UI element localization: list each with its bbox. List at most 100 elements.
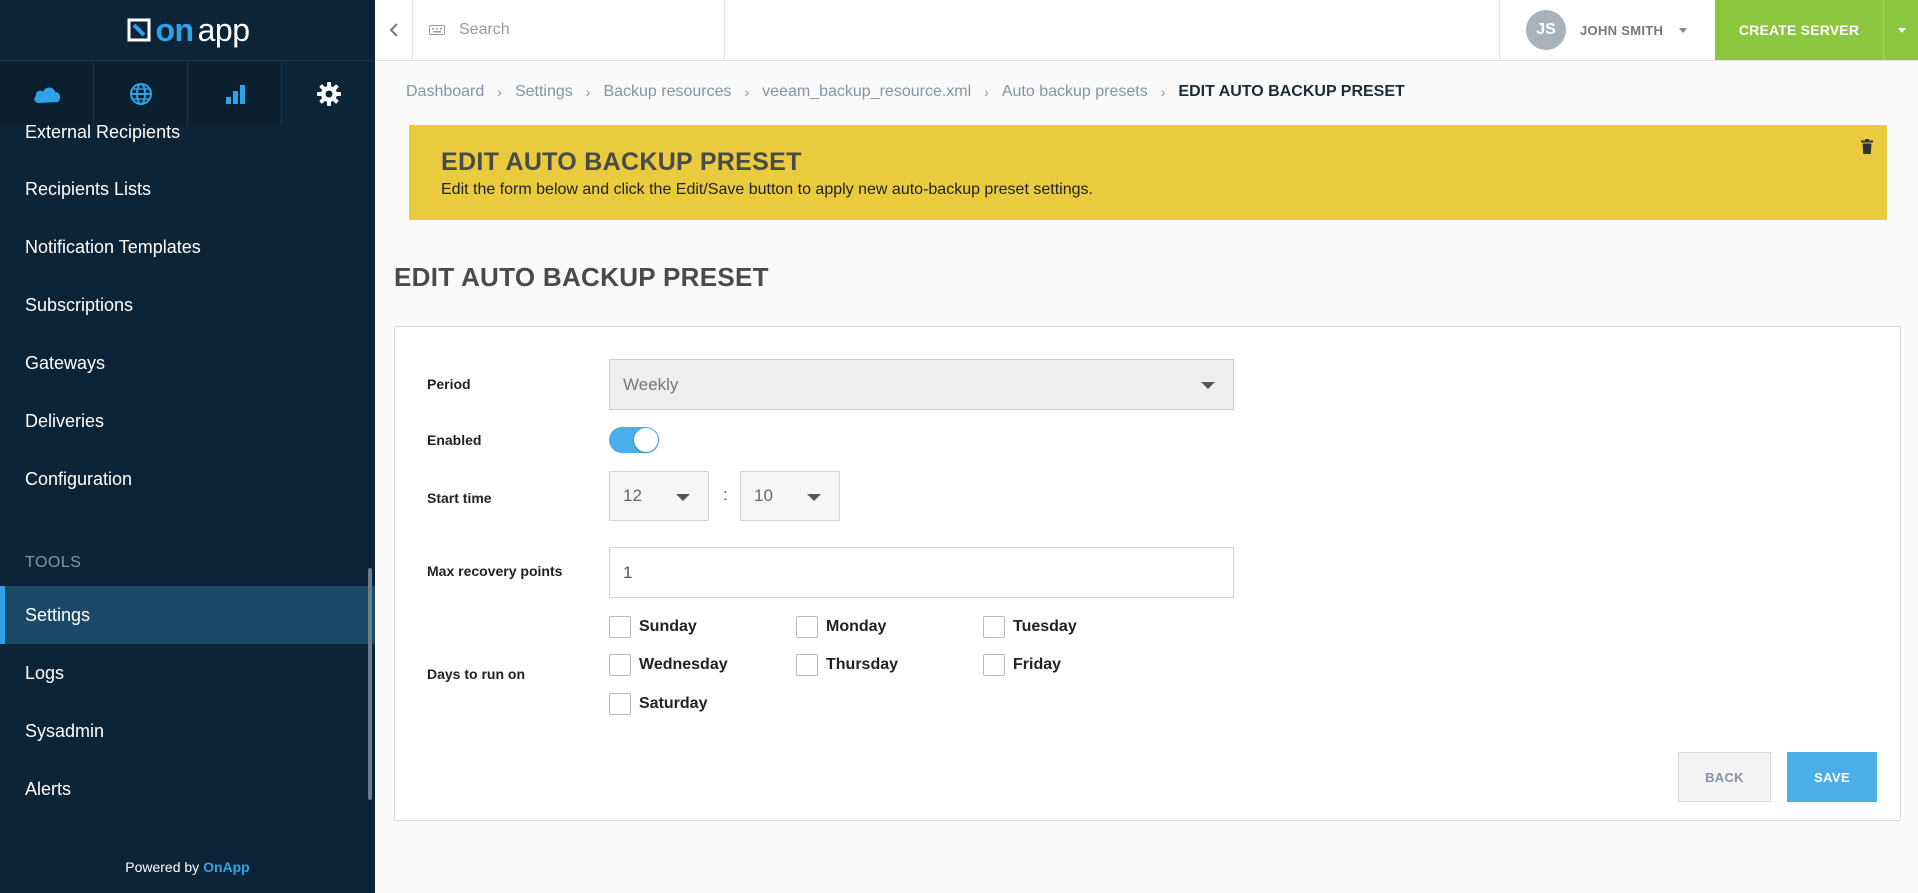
checkbox-thursday[interactable] xyxy=(796,654,818,676)
day-friday[interactable]: Friday xyxy=(983,654,1061,676)
start-hour-select[interactable]: 12 xyxy=(609,471,709,521)
create-server-dropdown-button[interactable] xyxy=(1883,0,1918,60)
start-hour-value: 12 xyxy=(623,486,642,505)
sidebar-item-configuration[interactable]: Configuration xyxy=(0,450,375,508)
chevron-down-icon xyxy=(1898,27,1906,33)
chevron-down-icon xyxy=(807,494,821,501)
keyboard-icon xyxy=(429,25,445,35)
day-label-thursday: Thursday xyxy=(826,656,899,673)
breadcrumb-current: EDIT AUTO BACKUP PRESET xyxy=(1178,83,1405,100)
powered-by-link[interactable]: OnApp xyxy=(203,859,250,875)
toggle-knob xyxy=(634,428,658,452)
day-label-saturday: Saturday xyxy=(639,695,708,712)
day-label-wednesday: Wednesday xyxy=(639,656,728,673)
save-button[interactable]: SAVE xyxy=(1787,752,1877,802)
checkbox-sunday[interactable] xyxy=(609,616,631,638)
day-monday[interactable]: Monday xyxy=(796,616,886,638)
sidebar-item-external-recipients[interactable]: External Recipients xyxy=(0,122,375,160)
chevron-down-icon xyxy=(1201,382,1215,389)
breadcrumb-dashboard[interactable]: Dashboard xyxy=(406,83,484,101)
breadcrumb-settings[interactable]: Settings xyxy=(515,83,573,101)
checkbox-monday[interactable] xyxy=(796,616,818,638)
sidebar-scrollbar[interactable] xyxy=(368,568,372,800)
sidebar-item-settings[interactable]: Settings xyxy=(0,586,375,644)
day-wednesday[interactable]: Wednesday xyxy=(609,654,728,676)
info-banner: EDIT AUTO BACKUP PRESET Edit the form be… xyxy=(409,125,1887,220)
banner-title: EDIT AUTO BACKUP PRESET xyxy=(441,148,802,176)
bar-chart-icon xyxy=(225,84,245,104)
checkbox-saturday[interactable] xyxy=(609,693,631,715)
tab-statistics[interactable] xyxy=(188,61,282,126)
sidebar-section-tools: TOOLS xyxy=(25,554,82,571)
max-recovery-label: Max recovery points xyxy=(427,563,563,579)
period-value: Weekly xyxy=(623,374,679,394)
globe-icon xyxy=(129,82,152,105)
create-server-button[interactable]: CREATE SERVER xyxy=(1715,0,1883,60)
onapp-logo-icon xyxy=(127,18,150,42)
page-title: EDIT AUTO BACKUP PRESET xyxy=(394,262,769,292)
day-label-monday: Monday xyxy=(826,618,887,635)
cloud-icon xyxy=(33,87,60,103)
sidebar-item-deliveries[interactable]: Deliveries xyxy=(0,392,375,450)
chevron-left-icon xyxy=(389,23,398,37)
checkbox-friday[interactable] xyxy=(983,654,1005,676)
banner-text: Edit the form below and click the Edit/S… xyxy=(441,181,1093,198)
sidebar-item-logs[interactable]: Logs xyxy=(0,644,375,702)
breadcrumb-auto-backup-presets[interactable]: Auto backup presets xyxy=(1002,83,1148,101)
start-time-label: Start time xyxy=(427,490,492,506)
chevron-down-icon xyxy=(1679,27,1688,33)
powered-by-prefix: Powered by xyxy=(125,859,200,875)
sidebar-item-notification-templates[interactable]: Notification Templates xyxy=(0,218,375,276)
logo[interactable]: on app xyxy=(0,0,375,60)
breadcrumb-separator-icon: › xyxy=(744,84,750,100)
checkbox-tuesday[interactable] xyxy=(983,616,1005,638)
sidebar-menu: External Recipients Recipients Lists Not… xyxy=(0,122,375,818)
sidebar-tabs xyxy=(0,60,375,126)
topbar: JS JOHN SMITH CREATE SERVER xyxy=(375,0,1918,61)
tab-network[interactable] xyxy=(94,61,188,126)
logo-text-on: on xyxy=(155,11,195,48)
day-tuesday[interactable]: Tuesday xyxy=(983,616,1077,638)
powered-by: Powered by OnApp xyxy=(0,859,375,875)
trash-icon[interactable] xyxy=(1861,139,1873,154)
chevron-down-icon xyxy=(676,494,690,501)
sidebar-item-subscriptions[interactable]: Subscriptions xyxy=(0,276,375,334)
enabled-toggle[interactable] xyxy=(609,427,659,453)
period-select[interactable]: Weekly xyxy=(609,359,1234,410)
sidebar-item-recipients-lists[interactable]: Recipients Lists xyxy=(0,160,375,218)
user-menu[interactable]: JS JOHN SMITH xyxy=(1499,0,1715,60)
time-separator: : xyxy=(723,485,728,504)
breadcrumb-resource-file[interactable]: veeam_backup_resource.xml xyxy=(762,83,971,101)
day-sunday[interactable]: Sunday xyxy=(609,616,697,638)
sidebar-item-gateways[interactable]: Gateways xyxy=(0,334,375,392)
day-saturday[interactable]: Saturday xyxy=(609,693,707,715)
breadcrumb: Dashboard › Settings › Backup resources … xyxy=(406,80,1405,104)
tab-settings[interactable] xyxy=(282,61,375,126)
day-label-friday: Friday xyxy=(1013,656,1062,673)
search-input[interactable] xyxy=(459,21,699,39)
breadcrumb-separator-icon: › xyxy=(984,84,989,100)
collapse-sidebar-button[interactable] xyxy=(375,0,413,60)
checkbox-wednesday[interactable] xyxy=(609,654,631,676)
day-label-tuesday: Tuesday xyxy=(1013,618,1077,635)
tab-cloud[interactable] xyxy=(0,61,94,126)
breadcrumb-backup-resources[interactable]: Backup resources xyxy=(603,83,731,101)
start-minute-value: 10 xyxy=(754,486,773,505)
breadcrumb-separator-icon: › xyxy=(497,84,502,100)
breadcrumb-separator-icon: › xyxy=(585,84,591,100)
start-minute-select[interactable]: 10 xyxy=(740,471,840,521)
back-button[interactable]: BACK xyxy=(1678,752,1771,802)
logo-text-app: app xyxy=(197,11,250,48)
day-thursday[interactable]: Thursday xyxy=(796,654,898,676)
sidebar-item-sysadmin[interactable]: Sysadmin xyxy=(0,702,375,760)
max-recovery-input[interactable] xyxy=(609,547,1234,598)
day-label-sunday: Sunday xyxy=(639,618,697,635)
edit-preset-form: Period Weekly Enabled Start time 12 : 10… xyxy=(394,326,1901,821)
gear-icon xyxy=(316,81,341,106)
search-box xyxy=(413,0,725,60)
sidebar-item-alerts[interactable]: Alerts xyxy=(0,760,375,818)
days-label: Days to run on xyxy=(427,666,526,682)
sidebar: on app External Recipients Recipients Li… xyxy=(0,0,375,893)
user-name: JOHN SMITH xyxy=(1580,22,1664,38)
enabled-label: Enabled xyxy=(427,432,482,448)
